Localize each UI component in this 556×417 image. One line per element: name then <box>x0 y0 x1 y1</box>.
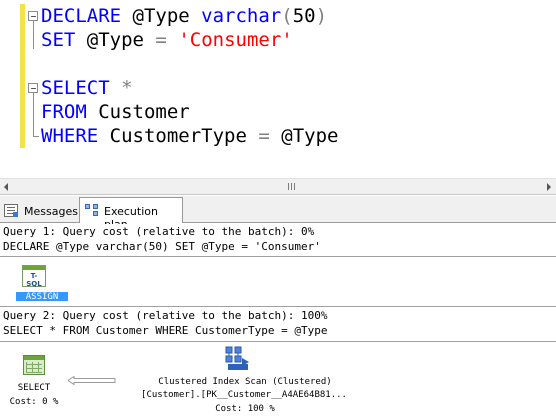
query1-sql: DECLARE @Type varchar(50) SET @Type = 'C… <box>3 240 321 253</box>
query1-separator <box>0 256 556 257</box>
tab-messages-label: Messages <box>24 205 78 218</box>
data-flow-arrow-icon <box>68 376 116 385</box>
tsql-assign-icon[interactable]: T-SQL <box>22 265 46 288</box>
scan-operator-title: Clustered Index Scan (Clustered) <box>158 377 332 387</box>
tsql-icon-text: T-SQL <box>26 272 42 288</box>
select-operator-cost: Cost: 0 % <box>9 397 59 407</box>
results-tab-strip: Messages Execution plan <box>0 196 556 231</box>
code-line-5: WHERE CustomerType = @Type <box>41 125 339 147</box>
tab-execution-plan[interactable]: Execution plan <box>79 197 183 231</box>
query2-separator <box>0 306 556 307</box>
query-editor[interactable]: DECLARE @Type varchar(50) SET @Type = 'C… <box>0 0 556 178</box>
change-tracking-margin <box>20 4 25 148</box>
clustered-index-scan-icon[interactable] <box>225 346 251 372</box>
query2-header: Query 2: Query cost (relative to the bat… <box>3 309 328 322</box>
collapse-block-2-icon[interactable] <box>28 83 38 93</box>
outline-line-end <box>33 136 39 137</box>
code-line-1: DECLARE @Type varchar(50) <box>41 5 328 27</box>
scroll-left-icon[interactable] <box>4 183 8 191</box>
assign-operator-label[interactable]: ASSIGN <box>16 292 68 301</box>
outline-line <box>33 93 34 136</box>
execution-plan-icon <box>85 204 99 217</box>
outline-line <box>33 21 34 49</box>
query2-body-separator <box>0 341 556 342</box>
code-line-4: FROM Customer <box>41 101 190 123</box>
select-operator-icon[interactable] <box>23 355 45 375</box>
collapse-block-1-icon[interactable] <box>28 11 38 21</box>
query2-sql: SELECT * FROM Customer WHERE CustomerTyp… <box>3 324 328 337</box>
scroll-right-icon[interactable] <box>547 183 551 191</box>
scan-operator-object: [Customer].[PK__Customer__A4AE64B81... <box>141 390 347 400</box>
code-line-2: SET @Type = 'Consumer' <box>41 29 293 51</box>
code-line-3: SELECT * <box>41 77 133 99</box>
query1-header: Query 1: Query cost (relative to the bat… <box>3 225 315 238</box>
scrollbar-grip-icon[interactable] <box>288 183 296 190</box>
select-operator-label: SELECT <box>17 383 51 393</box>
tab-messages[interactable]: Messages <box>0 200 78 222</box>
editor-horizontal-scrollbar[interactable] <box>0 178 556 195</box>
messages-icon <box>4 204 18 217</box>
scan-operator-cost: Cost: 100 % <box>215 404 275 414</box>
